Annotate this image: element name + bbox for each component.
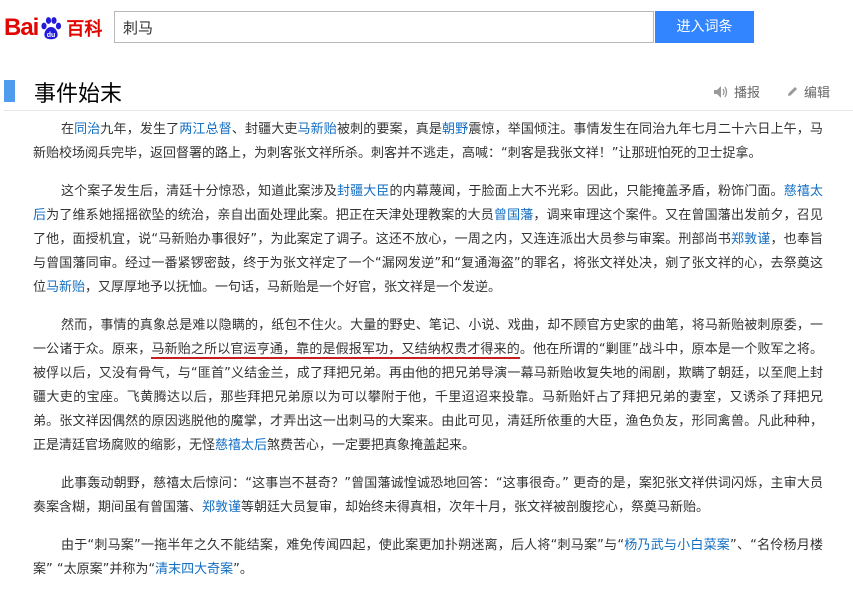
speaker-icon [714,85,728,98]
paragraph-3: 然而，事情的真象总是难以隐瞒的，纸包不住火。大量的野史、笔记、小说、戏曲，却不顾… [33,314,823,458]
baidu-baike-logo[interactable]: Bai du 百科 [4,12,102,44]
section-marker [4,80,15,102]
link-four-major-cases[interactable]: 清末四大奇案 [155,562,233,577]
audio-label: 播报 [734,86,761,101]
text-span: ，又厚厚地予以抚恤。一句话，马新贻是一个好官，张文祥是一个发逆。 [85,280,502,295]
pencil-icon [788,87,797,96]
text-span: 九年，发生了 [100,122,180,137]
search-input[interactable] [115,12,653,42]
link-yang-naiwu-case[interactable]: 杨乃武与小白菜案 [624,538,730,553]
link-ma-xinyi[interactable]: 马新贻 [298,122,337,137]
paragraph-1: 在同治九年，发生了两江总督、封疆大吏马新贻被刺的要案，真是朝野震惊，举国倾注。事… [33,118,823,166]
paragraph-2: 这个案子发生后，清廷十分惊恐，知道此案涉及封疆大臣的内幕蔑闻，于脸面上大不光彩。… [33,180,823,300]
link-cixi[interactable]: 慈禧太后 [215,438,267,453]
link-fengjiang-dachen[interactable]: 封疆大臣 [337,184,390,199]
text-span: 煞费苦心，一定要把真象掩盖起来。 [267,438,476,453]
link-liangjiang-zongdu[interactable]: 两江总督 [179,122,232,137]
text-span: 等朝廷大员复审，却始终未得真相，次年十月，张文祥被剖腹挖心，祭奠马新贻。 [241,500,710,515]
underlined-highlight: 马新贻之所以官运亨通，靠的是假报军功，又结纳权贵才得来的 [151,342,520,359]
paragraph-5: 由于“刺马案”一拖半年之久不能结案，难免传闻四起，使此案更加扑朔迷离，后人将“刺… [33,534,823,582]
link-zheng-dunjin[interactable]: 郑敦谨 [202,500,241,515]
text-span: 在 [61,122,75,137]
link-chaoye[interactable]: 朝野 [442,122,468,137]
text-span: 由于“刺马案”一拖半年之久不能结案，难免传闻四起，使此案更加扑朔迷离，后人将“刺… [61,538,625,553]
paragraph-4: 此事轰动朝野，慈禧太后惊问：“这事岂不甚奇？”曾国藩诚惶诚恐地回答：“这事很奇。… [33,472,823,520]
section-divider [4,110,853,111]
text-span: 这个案子发生后，清廷十分惊恐，知道此案涉及 [61,184,337,199]
top-bar: Bai du 百科 进入词条 [0,0,853,60]
text-span: 的内幕蔑闻，于脸面上大不光彩。因此，只能掩盖矛盾，粉饰门面。 [389,184,784,199]
enter-entry-button[interactable]: 进入词条 [655,11,754,43]
link-zheng-dunjin[interactable]: 郑敦谨 [731,232,770,247]
text-span: 为了维系她摇摇欲坠的统治，亲自出面处理此案。把正在天津处理教案的大员 [46,208,494,223]
article-content: 在同治九年，发生了两江总督、封疆大吏马新贻被刺的要案，真是朝野震惊，举国倾注。事… [33,118,823,596]
text-span: 、封疆大吏 [231,122,298,137]
link-ma-xinyi[interactable]: 马新贻 [46,280,85,295]
section-header: 事件始末 播报 编辑 [0,72,853,108]
paw-icon: du [39,16,63,40]
audio-button[interactable]: 播报 [713,82,760,101]
logo-baike-text: 百科 [66,19,103,40]
section-title: 事件始末 [34,82,123,107]
svg-text:du: du [47,32,56,39]
link-zeng-guofan[interactable]: 曾国藩 [494,208,534,223]
logo-bai-text: Bai [4,14,39,41]
link-tongzhi[interactable]: 同治 [74,122,100,137]
edit-button[interactable]: 编辑 [786,82,830,101]
search-box[interactable] [114,11,654,43]
text-span: ”。 [233,562,253,577]
edit-label: 编辑 [804,86,831,101]
text-span: 被刺的要案，真是 [336,122,443,137]
